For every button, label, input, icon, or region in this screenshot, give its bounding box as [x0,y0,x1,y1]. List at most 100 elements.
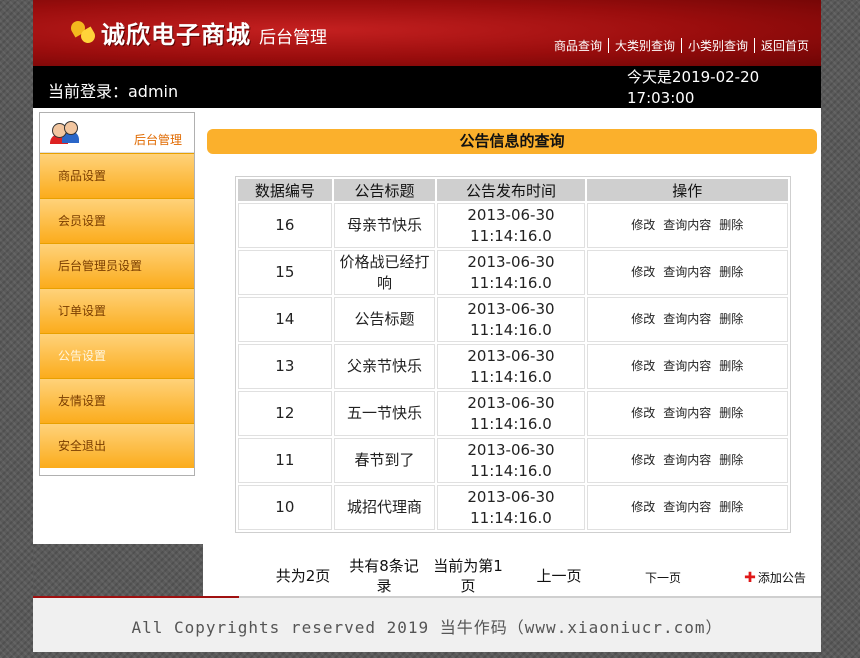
current-datetime: 今天是2019-02-20 17:03:00 [627,67,807,109]
cell-title: 城招代理商 [333,485,436,530]
cell-actions: 修改 查询内容 删除 [586,485,788,530]
sidebar-item-links[interactable]: 友情设置 [40,378,194,423]
sidebar: 后台管理 商品设置 会员设置 后台管理员设置 订单设置 公告设置 友情设置 安全… [39,112,195,476]
cell-date: 2013-06-30 [467,205,555,224]
user-bar: 当前登录：admin 今天是2019-02-20 17:03:00 [33,66,821,108]
pagination: 共为2页 共有8条记录 当前为第1页 上一页 下一页 ✚ 添加公告 [235,554,821,598]
delete-link[interactable]: 删除 [719,453,743,467]
page-gap [33,544,203,598]
sidebar-header: 后台管理 [40,113,194,153]
cell-clock: 11:14:16.0 [470,273,552,292]
delete-link[interactable]: 删除 [719,312,743,326]
edit-link[interactable]: 修改 [631,265,655,279]
cell-title: 公告标题 [333,297,436,342]
cell-clock: 11:14:16.0 [470,414,552,433]
view-content-link[interactable]: 查询内容 [663,265,711,279]
cell-id: 11 [238,438,332,483]
cell-actions: 修改 查询内容 删除 [586,344,788,389]
view-content-link[interactable]: 查询内容 [663,359,711,373]
edit-link[interactable]: 修改 [631,359,655,373]
plus-icon: ✚ [744,570,756,586]
cell-id: 16 [238,203,332,248]
cell-time: 2013-06-30 11:14:16.0 [437,203,585,248]
nav-home[interactable]: 返回首页 [761,37,809,54]
edit-link[interactable]: 修改 [631,312,655,326]
footer: All Copyrights reserved 2019 当牛作码（www.xi… [33,596,821,652]
cell-id: 10 [238,485,332,530]
cell-date: 2013-06-30 [467,299,555,318]
cell-id: 12 [238,391,332,436]
table-row: 16 母亲节快乐 2013-06-30 11:14:16.0 修改 查询内容 删除 [238,203,788,248]
table-row: 10 城招代理商 2013-06-30 11:14:16.0 修改 查询内容 删除 [238,485,788,530]
cell-title: 父亲节快乐 [333,344,436,389]
nav-divider [607,38,609,53]
sidebar-item-members[interactable]: 会员设置 [40,198,194,243]
cell-title: 价格战已经打响 [333,250,436,295]
next-page-link[interactable]: 下一页 [633,568,693,588]
view-content-link[interactable]: 查询内容 [663,218,711,232]
total-pages: 共为2页 [275,567,331,585]
brand-name: 诚欣电子商城 [101,20,251,49]
cell-id: 14 [238,297,332,342]
table-header-row: 数据编号 公告标题 公告发布时间 操作 [238,179,788,201]
edit-link[interactable]: 修改 [631,218,655,232]
cell-time: 2013-06-30 11:14:16.0 [437,438,585,483]
footer-accent-line [33,596,239,598]
delete-link[interactable]: 删除 [719,359,743,373]
cell-date: 2013-06-30 [467,346,555,365]
delete-link[interactable]: 删除 [719,218,743,232]
header: 诚欣电子商城 后台管理 商品查询 大类别查询 小类别查询 返回首页 [33,0,821,66]
current-page: 当前为第1页 [433,557,503,595]
total-records: 共有8条记录 [349,557,419,595]
cell-time: 2013-06-30 11:14:16.0 [437,344,585,389]
column-header-id: 数据编号 [238,179,332,201]
cell-id: 13 [238,344,332,389]
delete-link[interactable]: 删除 [719,500,743,514]
view-content-link[interactable]: 查询内容 [663,406,711,420]
cell-id: 15 [238,250,332,295]
edit-link[interactable]: 修改 [631,406,655,420]
sidebar-title: 后台管理 [133,133,182,147]
nav-category-query[interactable]: 大类别查询 [615,37,675,54]
cell-time: 2013-06-30 11:14:16.0 [437,297,585,342]
cell-date: 2013-06-30 [467,487,555,506]
top-nav: 商品查询 大类别查询 小类别查询 返回首页 [554,37,809,54]
cell-actions: 修改 查询内容 删除 [586,250,788,295]
cell-actions: 修改 查询内容 删除 [586,203,788,248]
add-notice-link[interactable]: ✚ 添加公告 [735,568,815,588]
table-row: 11 春节到了 2013-06-30 11:14:16.0 修改 查询内容 删除 [238,438,788,483]
nav-subcategory-query[interactable]: 小类别查询 [688,37,748,54]
edit-link[interactable]: 修改 [631,500,655,514]
sidebar-item-logout[interactable]: 安全退出 [40,423,194,468]
sidebar-item-products[interactable]: 商品设置 [40,153,194,198]
cell-date: 2013-06-30 [467,393,555,412]
today-date: 今天是2019-02-20 [627,68,760,86]
page: 诚欣电子商城 后台管理 商品查询 大类别查询 小类别查询 返回首页 当前登录：a… [33,0,821,652]
sidebar-item-notices[interactable]: 公告设置 [40,333,194,378]
cell-title: 春节到了 [333,438,436,483]
column-header-actions: 操作 [586,179,788,201]
nav-divider [680,38,682,53]
view-content-link[interactable]: 查询内容 [663,312,711,326]
delete-link[interactable]: 删除 [719,265,743,279]
cell-actions: 修改 查询内容 删除 [586,438,788,483]
cell-date: 2013-06-30 [467,440,555,459]
nav-product-query[interactable]: 商品查询 [554,37,602,54]
notice-table: 数据编号 公告标题 公告发布时间 操作 16 母亲节快乐 2013-06-30 11:… [235,176,791,533]
page-title: 公告信息的查询 [207,129,817,154]
logo-mark-icon [68,18,98,46]
edit-link[interactable]: 修改 [631,453,655,467]
cell-actions: 修改 查询内容 删除 [586,391,788,436]
view-content-link[interactable]: 查询内容 [663,500,711,514]
sidebar-item-admins[interactable]: 后台管理员设置 [40,243,194,288]
cell-clock: 11:14:16.0 [470,320,552,339]
cell-time: 2013-06-30 11:14:16.0 [437,391,585,436]
sidebar-item-orders[interactable]: 订单设置 [40,288,194,333]
table-row: 14 公告标题 2013-06-30 11:14:16.0 修改 查询内容 删除 [238,297,788,342]
table-row: 12 五一节快乐 2013-06-30 11:14:16.0 修改 查询内容 删除 [238,391,788,436]
cell-title: 五一节快乐 [333,391,436,436]
prev-page-link[interactable]: 上一页 [529,566,589,586]
delete-link[interactable]: 删除 [719,406,743,420]
view-content-link[interactable]: 查询内容 [663,453,711,467]
users-icon [50,121,80,145]
